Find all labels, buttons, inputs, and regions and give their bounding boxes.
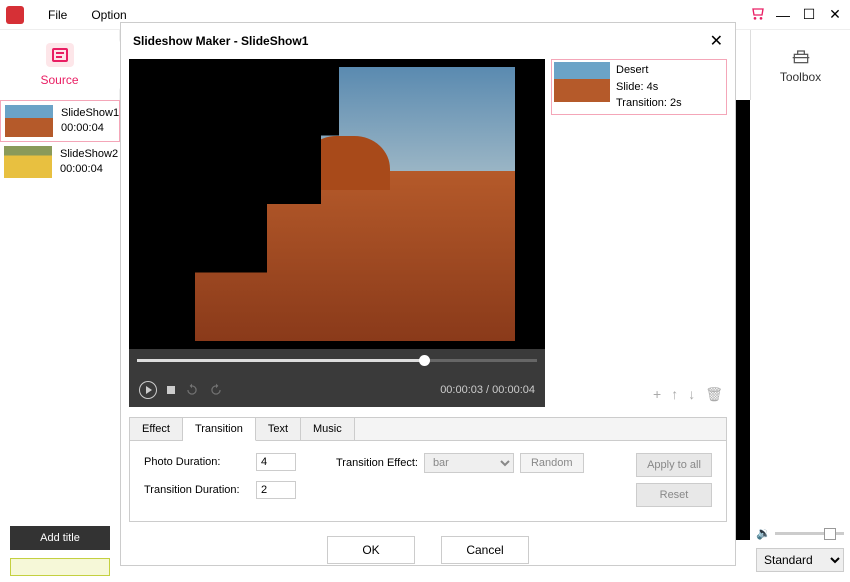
delete-icon[interactable]: 🗑 [705,386,723,403]
slide-duration: Slide: 4s [616,79,682,96]
toolbox-tab[interactable]: Toolbox [750,30,850,100]
slide-name: Desert [616,62,682,79]
preview-video [129,59,545,349]
source-list: SlideShow1 00:00:04 SlideShow2 00:00:04 [0,100,120,520]
slide-transition: Transition: 2s [616,95,682,112]
source-duration: 00:00:04 [60,162,118,177]
random-button[interactable]: Random [520,453,584,473]
transition-duration-input[interactable] [256,481,296,499]
toolbox-icon [790,46,812,66]
play-button[interactable] [139,381,157,399]
tab-music[interactable]: Music [301,418,355,440]
time-display: 00:00:03 / 00:00:04 [440,384,535,396]
move-down-icon[interactable]: ↓ [688,386,695,403]
volume-slider[interactable] [775,532,844,535]
slideshow-maker-dialog: Slideshow Maker - SlideShow1 ✕ 00:00:0 [120,22,736,566]
slide-thumbnail [554,62,610,102]
transition-effect-select[interactable]: bar [424,453,514,473]
menu-file[interactable]: File [36,4,79,26]
source-tab[interactable]: Source [0,30,120,100]
volume-control[interactable]: 🔉 [750,522,850,544]
add-slide-icon[interactable]: + [653,386,661,403]
playhead[interactable] [419,355,430,366]
cancel-button[interactable]: Cancel [441,536,529,564]
speaker-icon: 🔉 [756,526,771,540]
app-icon [6,6,24,24]
slide-item[interactable]: Desert Slide: 4s Transition: 2s [551,59,727,115]
thumbnail [4,146,52,178]
title-input[interactable] [10,558,110,576]
thumbnail [5,105,53,137]
toolbox-label: Toolbox [780,70,821,84]
source-item[interactable]: SlideShow1 00:00:04 [0,100,120,142]
close-button[interactable]: ✕ [826,6,844,23]
move-up-icon[interactable]: ↑ [671,386,678,403]
reset-button[interactable]: Reset [636,483,712,507]
add-title-button[interactable]: Add title [10,526,110,550]
transition-duration-label: Transition Duration: [144,484,250,496]
maximize-button[interactable]: ☐ [800,6,818,23]
close-icon[interactable]: ✕ [710,31,723,51]
tab-transition[interactable]: Transition [183,418,256,441]
source-name: SlideShow1 [61,106,119,121]
tab-effect[interactable]: Effect [130,418,183,440]
source-item[interactable]: SlideShow2 00:00:04 [0,142,120,182]
ok-button[interactable]: OK [327,536,415,564]
photo-duration-label: Photo Duration: [144,456,250,468]
source-duration: 00:00:04 [61,121,119,136]
transition-effect-label: Transition Effect: [336,457,418,469]
rotate-right-icon[interactable] [209,383,223,397]
photo-duration-input[interactable] [256,453,296,471]
dialog-title: Slideshow Maker - SlideShow1 [133,34,308,48]
timeline[interactable] [129,349,545,373]
source-icon [46,43,74,67]
source-tab-label: Source [40,73,78,87]
apply-to-all-button[interactable]: Apply to all [636,453,712,477]
cart-icon[interactable] [748,5,766,24]
quality-select[interactable]: Standard [756,548,844,572]
minimize-button[interactable]: — [774,7,792,23]
tab-text[interactable]: Text [256,418,301,440]
rotate-left-icon[interactable] [185,383,199,397]
source-name: SlideShow2 [60,147,118,162]
stop-button[interactable] [167,386,175,394]
